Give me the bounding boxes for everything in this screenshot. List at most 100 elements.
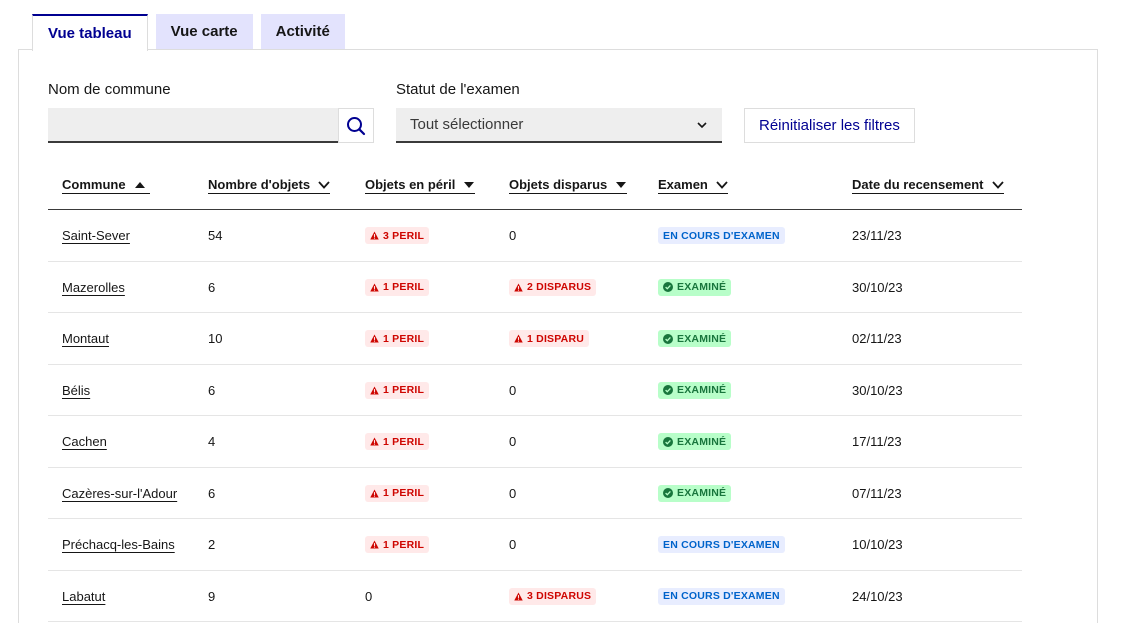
commune-link[interactable]: Mazerolles xyxy=(62,280,125,295)
table-row: Montaut 10 1 PERIL 1 DISPARU EXAMINÉ 02/11/23 xyxy=(48,313,1022,365)
statut-filter-label: Statut de l'examen xyxy=(396,81,520,98)
cell-examen: EXAMINÉ xyxy=(658,262,732,313)
column-header-date-recensement[interactable]: Date du recensement xyxy=(852,176,1004,194)
table-row: Labatut 9 0 3 DISPARUS EN COURS D'EXAMEN 24/1… xyxy=(48,571,1022,622)
tab-panel: Nom de commune Statut de l'examen Tout s… xyxy=(18,49,1098,623)
examen-status-badge: EXAMINÉ xyxy=(658,381,732,399)
statut-select[interactable]: Tout sélectionner xyxy=(396,108,722,143)
commune-link[interactable]: Préchacq-les-Bains xyxy=(62,537,175,552)
examen-status-badge: EXAMINÉ xyxy=(658,484,732,502)
commune-link[interactable]: Cachen xyxy=(62,434,107,449)
commune-link[interactable]: Cazères-sur-l'Adour xyxy=(62,486,177,501)
cell-commune: Préchacq-les-Bains xyxy=(62,519,175,570)
examen-status-badge: EXAMINÉ xyxy=(658,433,732,450)
cell-date-recensement: 23/11/23 xyxy=(852,228,902,243)
warning-triangle-icon xyxy=(370,488,379,498)
cell-date-recensement: 02/11/23 xyxy=(852,331,902,346)
cell-examen: EXAMINÉ xyxy=(658,313,732,364)
peril-badge: 1 PERIL xyxy=(365,278,430,296)
sort-asc-icon xyxy=(134,181,145,188)
column-header-objets-peril[interactable]: Objets en péril xyxy=(365,176,476,194)
cell-nombre-objets: 6 xyxy=(208,485,216,501)
tab-list: Vue tableau Vue carte Activité xyxy=(32,14,353,51)
check-circle-icon xyxy=(663,282,673,292)
cell-examen: EN COURS D'EXAMEN xyxy=(658,519,785,570)
cell-nombre-objets: 9 xyxy=(208,588,216,604)
cell-objets-disparus: 3 DISPARUS xyxy=(509,571,597,622)
column-header-examen[interactable]: Examen xyxy=(658,176,728,194)
examen-status-badge: EN COURS D'EXAMEN xyxy=(658,587,785,605)
column-label: Date du recensement xyxy=(852,177,984,192)
cell-date-recensement: 17/11/23 xyxy=(852,434,902,449)
chevron-down-icon xyxy=(991,180,1004,189)
tab-activite[interactable]: Activité xyxy=(260,14,345,49)
cell-examen: EN COURS D'EXAMEN xyxy=(658,571,785,622)
cell-objets-peril: 1 PERIL xyxy=(365,262,430,313)
examen-status-badge: EXAMINÉ xyxy=(658,330,732,347)
cell-commune: Bélis xyxy=(62,365,90,416)
commune-link[interactable]: Bélis xyxy=(62,383,90,398)
check-circle-icon xyxy=(663,333,673,344)
cell-examen: EXAMINÉ xyxy=(658,468,732,519)
disparus-badge: 2 DISPARUS xyxy=(509,278,597,296)
commune-filter-label: Nom de commune xyxy=(48,81,171,98)
warning-triangle-icon xyxy=(370,282,379,292)
column-header-nombre-objets[interactable]: Nombre d'objets xyxy=(208,176,331,194)
chevron-down-icon xyxy=(716,180,728,189)
cell-objets-peril: 1 PERIL xyxy=(365,313,430,364)
cell-objets-peril: 0 xyxy=(365,571,372,622)
table-row: Cazères-sur-l'Adour 6 1 PERIL 0 EXAMINÉ 07/11… xyxy=(48,468,1022,519)
column-header-commune[interactable]: Commune xyxy=(62,176,150,194)
peril-badge: 3 PERIL xyxy=(365,227,430,244)
commune-link[interactable]: Saint-Sever xyxy=(62,228,130,243)
warning-triangle-icon xyxy=(370,385,379,395)
communes-table: Commune Nombre d'objets Objets en péril … xyxy=(48,172,1022,622)
cell-date-recensement: 10/10/23 xyxy=(852,537,903,552)
sort-desc-icon xyxy=(464,181,475,188)
cell-objets-peril: 1 PERIL xyxy=(365,468,430,519)
examen-status-badge: EXAMINÉ xyxy=(658,278,732,296)
peril-badge: 1 PERIL xyxy=(365,381,430,399)
disparus-count: 0 xyxy=(509,537,517,552)
cell-nombre-objets: 2 xyxy=(208,537,216,552)
commune-link[interactable]: Labatut xyxy=(62,589,105,604)
column-label: Nombre d'objets xyxy=(208,177,311,192)
warning-triangle-icon xyxy=(514,334,523,343)
table-row: Mazerolles 6 1 PERIL 2 DISPARUS EXAMINÉ 30/10… xyxy=(48,262,1022,313)
column-label: Commune xyxy=(62,177,126,192)
table-row: Bélis 6 1 PERIL 0 EXAMINÉ 30/10/23 xyxy=(48,365,1022,416)
chevron-down-icon xyxy=(318,180,330,189)
commune-search-input[interactable] xyxy=(48,108,338,143)
cell-objets-peril: 1 PERIL xyxy=(365,519,430,570)
cell-date-recensement: 30/10/23 xyxy=(852,382,903,398)
commune-link[interactable]: Montaut xyxy=(62,331,109,346)
column-header-objets-disparus[interactable]: Objets disparus xyxy=(509,176,628,194)
table-row: Saint-Sever 54 3 PERIL 0 EN COURS D'EXAMEN 23… xyxy=(48,210,1022,262)
cell-commune: Montaut xyxy=(62,313,109,364)
examen-status-badge: EN COURS D'EXAMEN xyxy=(658,536,785,553)
cell-objets-disparus: 2 DISPARUS xyxy=(509,262,597,313)
statut-select-value: Tout sélectionner xyxy=(410,116,524,133)
tab-vue-carte[interactable]: Vue carte xyxy=(155,14,253,49)
cell-examen: EN COURS D'EXAMEN xyxy=(658,210,785,261)
cell-examen: EXAMINÉ xyxy=(658,365,732,416)
warning-triangle-icon xyxy=(370,437,379,446)
commune-search xyxy=(48,108,374,143)
cell-objets-disparus: 0 xyxy=(509,210,516,261)
disparus-badge: 1 DISPARU xyxy=(509,330,590,347)
cell-nombre-objets: 54 xyxy=(208,228,223,243)
check-circle-icon xyxy=(663,436,673,447)
warning-triangle-icon xyxy=(514,591,523,601)
check-circle-icon xyxy=(663,385,673,395)
cell-objets-disparus: 0 xyxy=(509,365,516,416)
search-button[interactable] xyxy=(338,108,374,143)
peril-badge: 1 PERIL xyxy=(365,484,430,502)
cell-commune: Mazerolles xyxy=(62,262,125,313)
check-circle-icon xyxy=(663,488,673,498)
cell-date-recensement: 24/10/23 xyxy=(852,588,903,604)
reset-filters-button[interactable]: Réinitialiser les filtres xyxy=(744,108,915,143)
peril-badge: 1 PERIL xyxy=(365,330,430,347)
table-header: Commune Nombre d'objets Objets en péril … xyxy=(48,172,1022,210)
tab-vue-tableau[interactable]: Vue tableau xyxy=(32,14,148,51)
cell-nombre-objets: 6 xyxy=(208,279,216,295)
